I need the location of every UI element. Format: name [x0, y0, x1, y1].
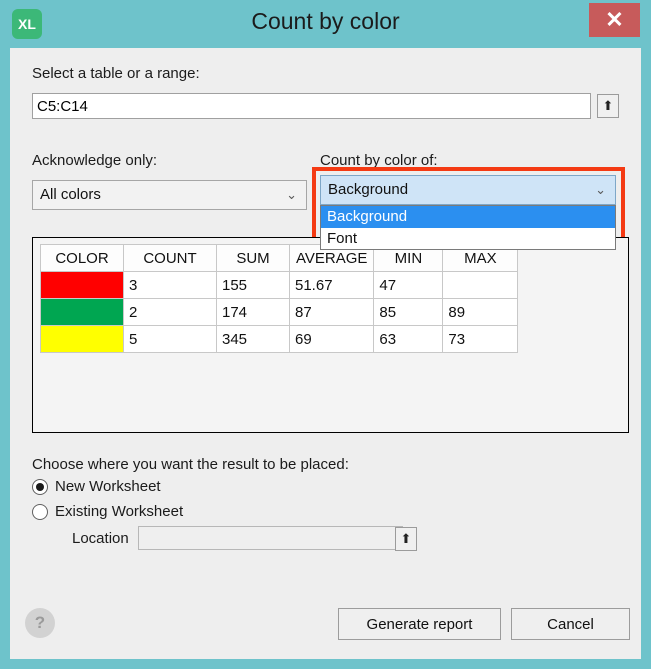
cell-min: 85 — [373, 298, 444, 326]
cancel-button[interactable]: Cancel — [511, 608, 630, 640]
cell-min: 47 — [373, 271, 444, 299]
close-icon[interactable]: ✕ — [589, 3, 640, 37]
range-label: Select a table or a range: — [32, 65, 200, 82]
table-row: 2 174 87 85 89 — [40, 298, 519, 326]
radio-existing-worksheet-label: Existing Worksheet — [55, 503, 184, 520]
acknowledge-label: Acknowledge only: — [32, 152, 158, 169]
color-swatch-red — [40, 271, 124, 299]
cell-count: 3 — [123, 271, 217, 299]
cell-sum: 155 — [216, 271, 290, 299]
cell-average: 69 — [288, 325, 375, 353]
radio-existing-worksheet[interactable]: Existing Worksheet — [32, 503, 183, 520]
dropdown-option-font[interactable]: Font — [321, 228, 615, 250]
results-panel: COLOR COUNT SUM AVERAGE MIN MAX 3 155 51… — [32, 237, 629, 433]
chevron-down-icon: ⌄ — [595, 182, 606, 197]
count-by-select-value: Background — [328, 181, 409, 198]
location-picker-button[interactable]: ⬆ — [395, 527, 417, 551]
range-input[interactable] — [32, 93, 591, 119]
dropdown-option-background[interactable]: Background — [321, 206, 615, 228]
count-by-color-dialog: XL Count by color ✕ Select a table or a … — [0, 0, 651, 669]
cell-count: 2 — [123, 298, 217, 326]
count-by-select[interactable]: Background ⌄ — [320, 175, 616, 205]
dialog-title: Count by color — [251, 8, 400, 34]
radio-new-worksheet-label: New Worksheet — [55, 478, 161, 495]
header-color: COLOR — [40, 244, 124, 272]
cell-max: 73 — [442, 325, 519, 353]
cell-max: 89 — [442, 298, 519, 326]
cell-average: 51.67 — [288, 271, 375, 299]
color-swatch-green — [40, 298, 124, 326]
chevron-down-icon: ⌄ — [286, 187, 297, 202]
cell-sum: 174 — [216, 298, 290, 326]
table-row: 5 345 69 63 73 — [40, 325, 519, 353]
location-input[interactable] — [138, 526, 403, 550]
cell-min: 63 — [373, 325, 444, 353]
header-count: COUNT — [123, 244, 217, 272]
acknowledge-select-value: All colors — [40, 186, 101, 203]
title-bar: XL Count by color ✕ — [0, 0, 651, 48]
radio-icon-selected — [32, 478, 48, 495]
range-picker-button[interactable]: ⬆ — [597, 94, 619, 118]
dialog-body: Select a table or a range: ⬆ Acknowledge… — [10, 48, 641, 659]
radio-icon-unselected — [32, 503, 48, 520]
radio-new-worksheet[interactable]: New Worksheet — [32, 478, 161, 495]
location-label: Location — [72, 530, 129, 547]
cell-sum: 345 — [216, 325, 290, 353]
placement-label: Choose where you want the result to be p… — [32, 456, 349, 473]
generate-report-button[interactable]: Generate report — [338, 608, 501, 640]
results-table: COLOR COUNT SUM AVERAGE MIN MAX 3 155 51… — [40, 244, 519, 353]
header-sum: SUM — [216, 244, 290, 272]
help-icon[interactable]: ? — [25, 608, 55, 638]
cell-count: 5 — [123, 325, 217, 353]
acknowledge-select[interactable]: All colors ⌄ — [32, 180, 307, 210]
cell-max: 56 — [442, 271, 519, 299]
table-row: 3 155 51.67 47 56 — [40, 271, 519, 299]
cell-average: 87 — [288, 298, 375, 326]
color-swatch-yellow — [40, 325, 124, 353]
count-by-dropdown-list[interactable]: Background Font — [320, 205, 616, 250]
